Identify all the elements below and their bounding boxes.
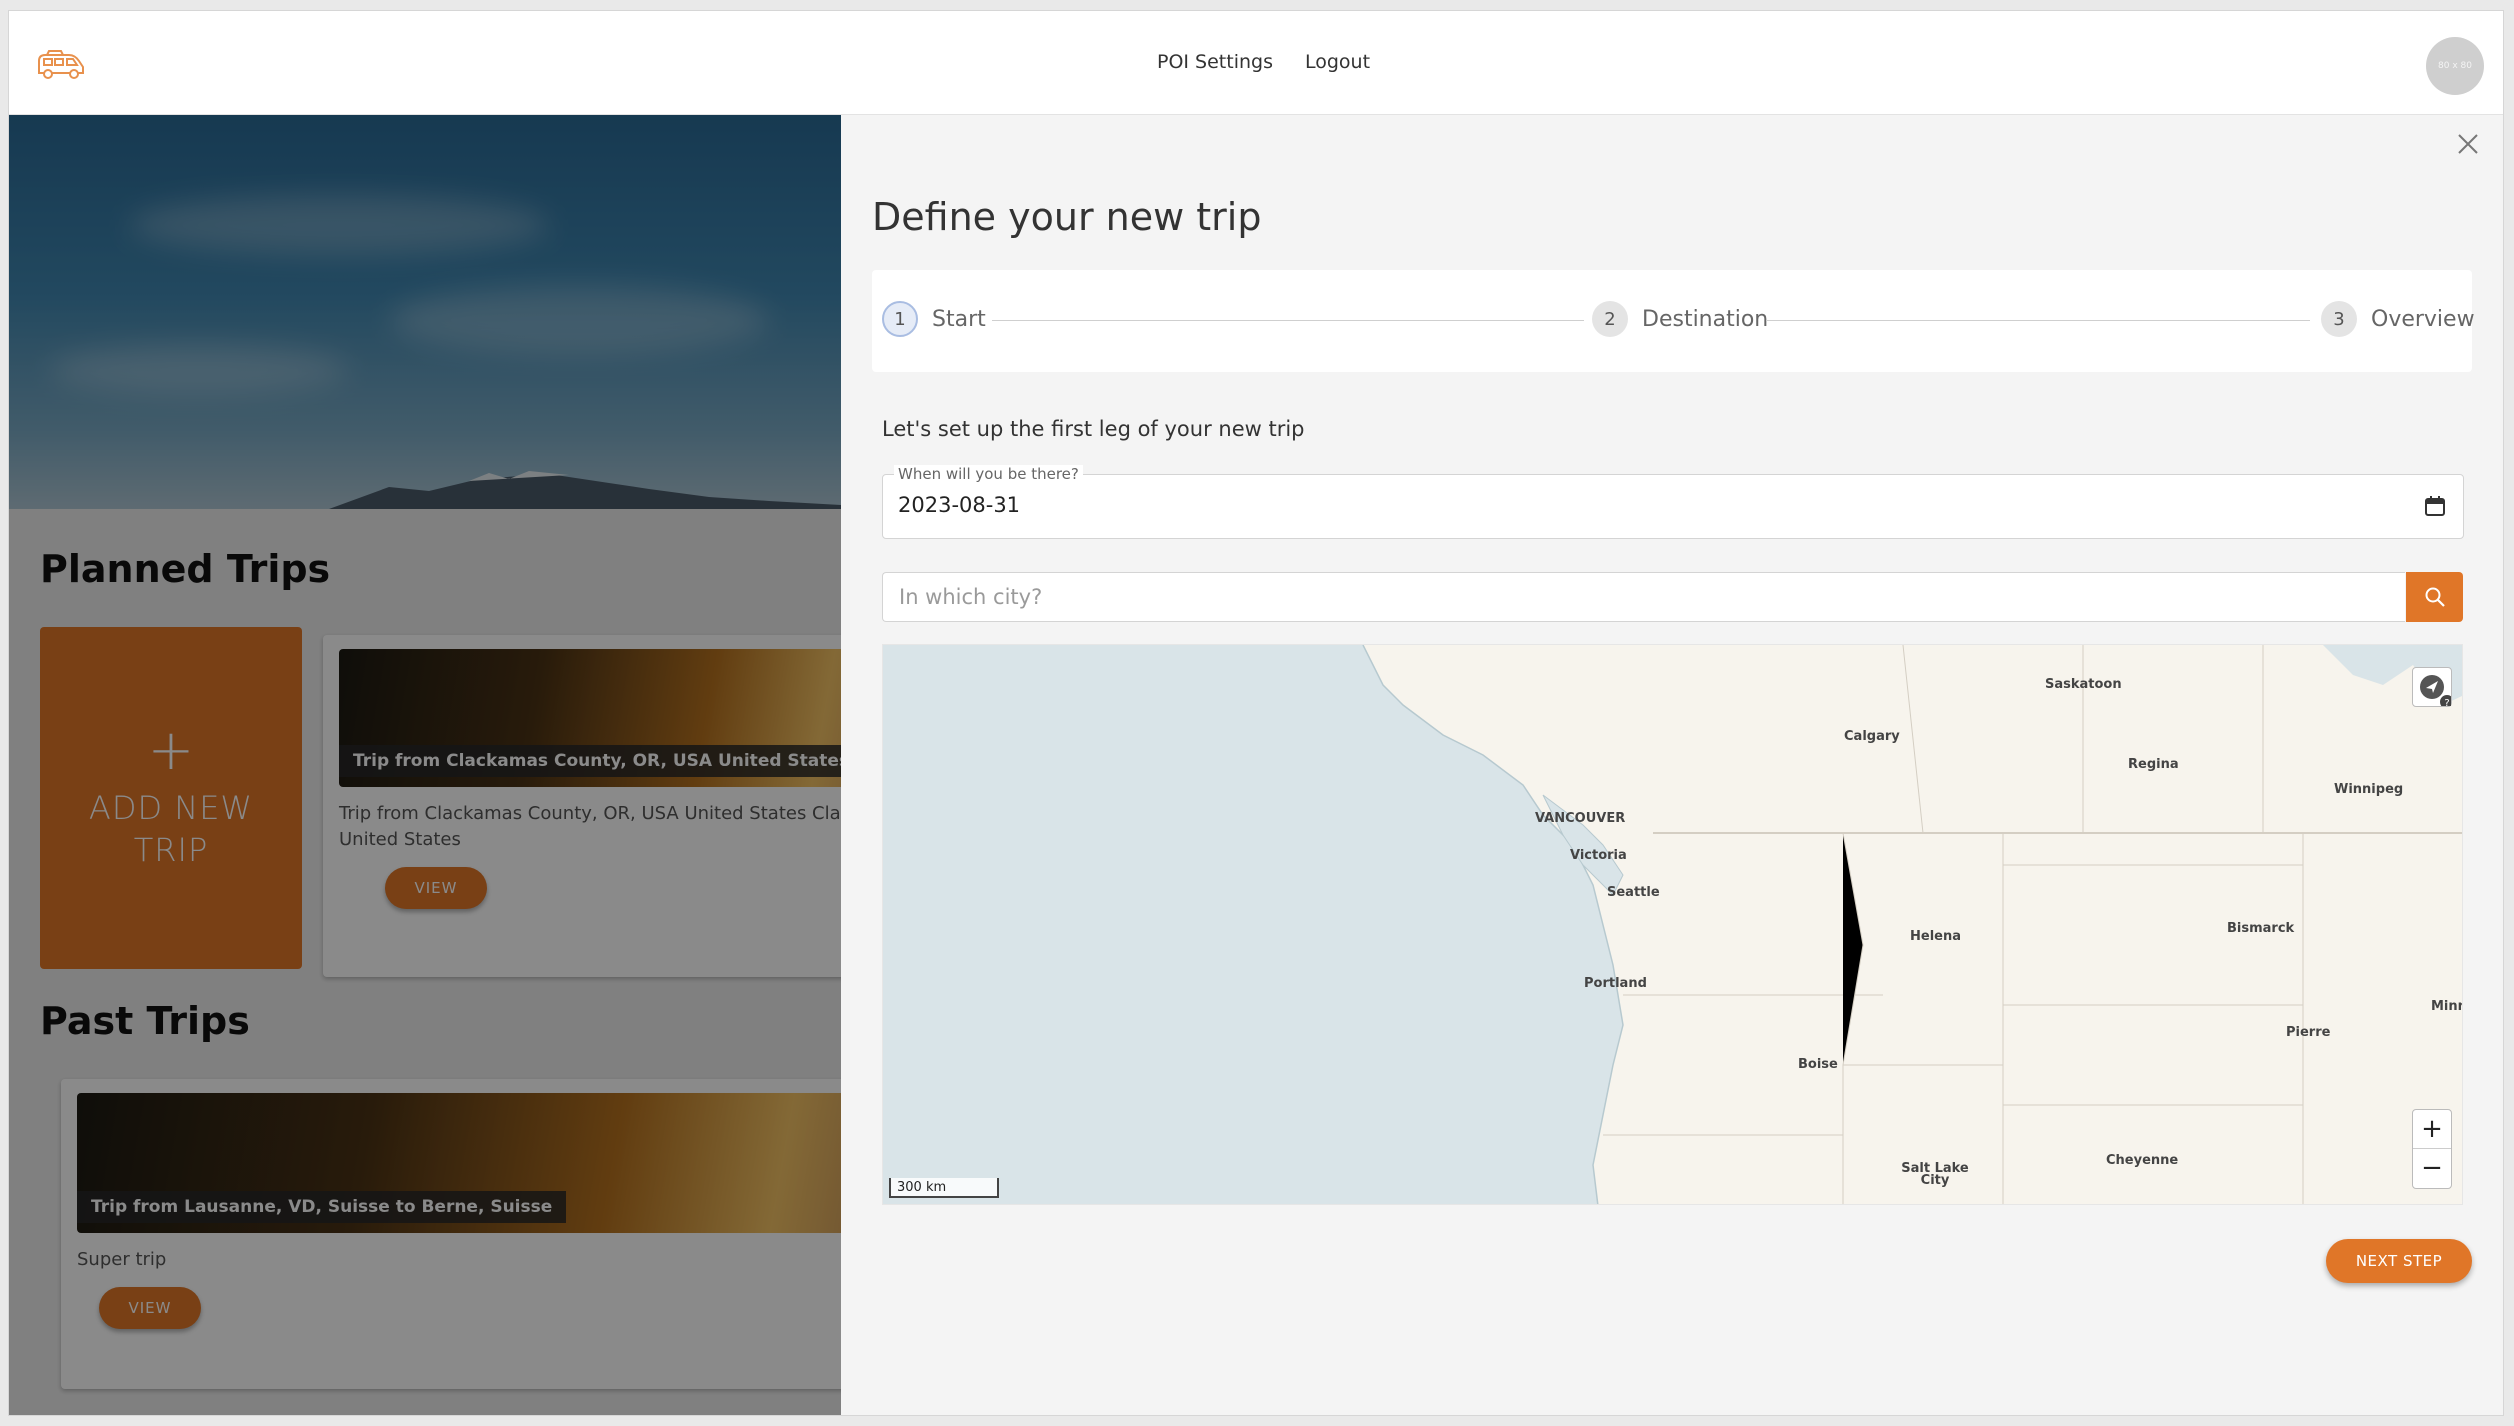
step-start[interactable]: 1 Start (882, 301, 986, 337)
trips-page: Planned Trips + ADD NEW TRIP Trip from C… (9, 115, 841, 1415)
map-city-label: VANCOUVER (1535, 811, 1625, 826)
date-field-value[interactable]: 2023-08-31 (898, 493, 1020, 517)
step-connector (1766, 320, 2310, 321)
app-window: POI Settings Logout 80 x 80 Planned Trip… (8, 10, 2504, 1416)
map-city-label: Saskatoon (2045, 677, 2122, 692)
map-city-label: Victoria (1570, 848, 1627, 863)
step-overview[interactable]: 3 Overview (2321, 301, 2475, 337)
step-label: Start (932, 307, 986, 332)
location-arrow-icon: ? (2413, 668, 2451, 706)
step-destination[interactable]: 2 Destination (1592, 301, 1768, 337)
intro-text: Let's set up the first leg of your new t… (882, 417, 1305, 441)
arrival-date-field[interactable]: When will you be there? 2023-08-31 (882, 474, 2464, 539)
map-city-label: Regina (2128, 757, 2179, 772)
trip-stepper: 1 Start 2 Destination 3 Overview (872, 270, 2472, 372)
calendar-icon[interactable] (2423, 494, 2447, 518)
map-city-label: Bismarck (2227, 921, 2294, 936)
close-icon[interactable] (2453, 131, 2483, 161)
map-scale-bar: 300 km (889, 1178, 999, 1198)
zoom-out-button[interactable]: − (2413, 1149, 2451, 1187)
map-city-label: Calgary (1844, 729, 1900, 744)
modal-backdrop[interactable] (9, 115, 841, 1415)
map-city-label: Salt Lake City (1900, 1163, 1970, 1187)
svg-text:?: ? (2444, 698, 2449, 706)
zoom-control: + − (2412, 1109, 2452, 1189)
locate-me-button[interactable]: ? (2412, 667, 2452, 707)
step-label: Destination (1642, 307, 1768, 332)
camper-van-logo-icon[interactable] (35, 47, 87, 81)
next-step-button[interactable]: NEXT STEP (2326, 1239, 2472, 1283)
drawer-title: Define your new trip (872, 195, 1261, 239)
new-trip-drawer: Define your new trip 1 Start 2 Destinati… (841, 115, 2503, 1415)
avatar[interactable]: 80 x 80 (2426, 37, 2484, 95)
map-city-label: Portland (1584, 976, 1647, 991)
map-canvas (883, 645, 2463, 1205)
map-city-label: Seattle (1607, 885, 1660, 900)
search-button[interactable] (2406, 572, 2463, 622)
top-navbar: POI Settings Logout 80 x 80 (9, 11, 2503, 115)
zoom-in-button[interactable]: + (2413, 1110, 2451, 1149)
map-city-label: Winnipeg (2334, 782, 2403, 797)
nav-link-poi-settings[interactable]: POI Settings (1157, 51, 1273, 73)
step-number: 3 (2321, 301, 2357, 337)
map-city-label: Boise (1798, 1057, 1838, 1072)
map-city-label: Minn (2431, 999, 2463, 1014)
step-number: 2 (1592, 301, 1628, 337)
map-city-label: Helena (1910, 929, 1961, 944)
step-connector (992, 320, 1584, 321)
map-city-label: Pierre (2286, 1025, 2330, 1040)
city-search-input[interactable] (882, 572, 2405, 622)
step-number: 1 (882, 301, 918, 337)
map-city-label: Cheyenne (2106, 1153, 2178, 1168)
avatar-placeholder-text: 80 x 80 (2438, 61, 2472, 71)
step-label: Overview (2371, 307, 2475, 332)
date-field-label: When will you be there? (894, 465, 1083, 483)
search-icon (2424, 586, 2446, 608)
map-view[interactable]: Saskatoon Calgary Regina Winnipeg VANCOU… (882, 644, 2463, 1205)
nav-link-logout[interactable]: Logout (1305, 51, 1370, 73)
